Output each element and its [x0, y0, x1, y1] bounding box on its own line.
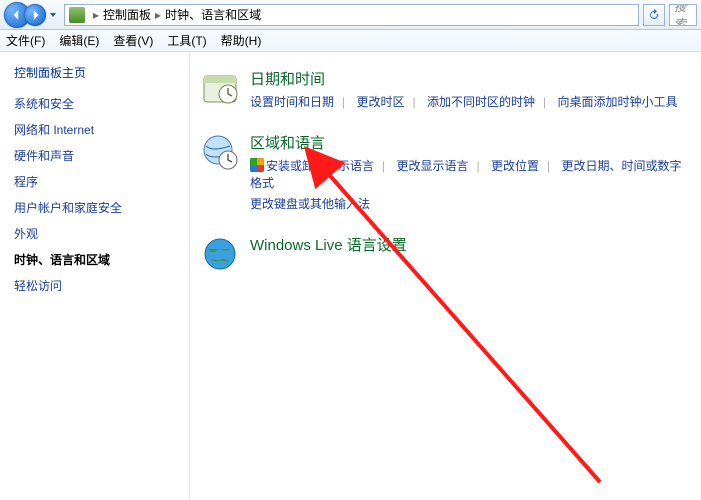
nav-history-dropdown[interactable] — [46, 4, 60, 26]
sidebar-home-link[interactable]: 控制面板主页 — [14, 64, 175, 81]
category-title[interactable]: Windows Live 语言设置 — [250, 234, 691, 255]
refresh-button[interactable] — [643, 4, 665, 26]
category-title[interactable]: 日期和时间 — [250, 68, 691, 89]
forward-button[interactable] — [24, 4, 46, 26]
link-set-date-time[interactable]: 设置时间和日期 — [250, 95, 334, 109]
clock-icon — [200, 68, 240, 108]
breadcrumb-crumb-2[interactable]: 时钟、语言和区域 — [165, 6, 261, 23]
sidebar: 控制面板主页 系统和安全 网络和 Internet 硬件和声音 程序 用户帐户和… — [0, 52, 190, 500]
sidebar-item-network-internet[interactable]: 网络和 Internet — [14, 121, 175, 138]
arrow-right-icon — [29, 9, 41, 21]
menu-help[interactable]: 帮助(H) — [221, 32, 262, 49]
category-region-language: 区域和语言 安装或卸载显示语言| 更改显示语言| 更改位置| 更改日期、时间或数… — [200, 132, 691, 212]
link-install-uninstall-display-language[interactable]: 安装或卸载显示语言 — [266, 159, 374, 173]
link-add-clock-gadget[interactable]: 向桌面添加时钟小工具 — [557, 95, 677, 109]
breadcrumb-sep: ▸ — [155, 8, 161, 22]
category-links-row2: 更改键盘或其他输入法 — [250, 195, 691, 212]
breadcrumb-crumb-1[interactable]: 控制面板 — [103, 6, 151, 23]
sidebar-item-clock-language-region[interactable]: 时钟、语言和区域 — [14, 251, 175, 268]
sidebar-item-hardware-sound[interactable]: 硬件和声音 — [14, 147, 175, 164]
menu-bar: 文件(F) 编辑(E) 查看(V) 工具(T) 帮助(H) — [0, 30, 701, 52]
link-change-timezone[interactable]: 更改时区 — [356, 95, 404, 109]
refresh-icon — [648, 9, 660, 21]
link-add-extra-clocks[interactable]: 添加不同时区的时钟 — [427, 95, 535, 109]
category-windows-live-language: Windows Live 语言设置 — [200, 234, 691, 274]
sidebar-item-system-security[interactable]: 系统和安全 — [14, 95, 175, 112]
category-date-time: 日期和时间 设置时间和日期| 更改时区| 添加不同时区的时钟| 向桌面添加时钟小… — [200, 68, 691, 110]
globe-clock-icon — [200, 132, 240, 172]
globe-icon — [200, 234, 240, 274]
sidebar-item-accounts-safety[interactable]: 用户帐户和家庭安全 — [14, 199, 175, 216]
sidebar-item-ease-of-access[interactable]: 轻松访问 — [14, 277, 175, 294]
address-bar: ▸ 控制面板 ▸ 时钟、语言和区域 搜索 — [0, 0, 701, 30]
sidebar-item-programs[interactable]: 程序 — [14, 173, 175, 190]
arrow-left-icon — [11, 9, 23, 21]
link-change-location[interactable]: 更改位置 — [491, 159, 539, 173]
link-change-keyboard-input-method[interactable]: 更改键盘或其他输入法 — [250, 197, 370, 211]
menu-tools[interactable]: 工具(T) — [167, 32, 206, 49]
main-area: 控制面板主页 系统和安全 网络和 Internet 硬件和声音 程序 用户帐户和… — [0, 52, 701, 500]
shield-icon — [250, 158, 264, 172]
sidebar-item-appearance[interactable]: 外观 — [14, 225, 175, 242]
category-links: 安装或卸载显示语言| 更改显示语言| 更改位置| 更改日期、时间或数字格式 — [250, 157, 691, 191]
category-title[interactable]: 区域和语言 — [250, 132, 691, 153]
menu-edit[interactable]: 编辑(E) — [59, 32, 99, 49]
breadcrumb[interactable]: ▸ 控制面板 ▸ 时钟、语言和区域 — [64, 4, 639, 26]
chevron-down-icon — [49, 11, 57, 19]
category-links: 设置时间和日期| 更改时区| 添加不同时区的时钟| 向桌面添加时钟小工具 — [250, 93, 691, 110]
nav-buttons — [4, 2, 60, 28]
link-change-display-language[interactable]: 更改显示语言 — [396, 159, 468, 173]
control-panel-icon — [69, 7, 85, 23]
annotation-arrow — [190, 52, 701, 500]
menu-file[interactable]: 文件(F) — [6, 32, 45, 49]
menu-view[interactable]: 查看(V) — [113, 32, 153, 49]
search-placeholder: 搜索 — [674, 4, 692, 26]
breadcrumb-sep: ▸ — [93, 8, 99, 22]
content-pane: 日期和时间 设置时间和日期| 更改时区| 添加不同时区的时钟| 向桌面添加时钟小… — [190, 52, 701, 500]
search-input[interactable]: 搜索 — [669, 4, 697, 26]
